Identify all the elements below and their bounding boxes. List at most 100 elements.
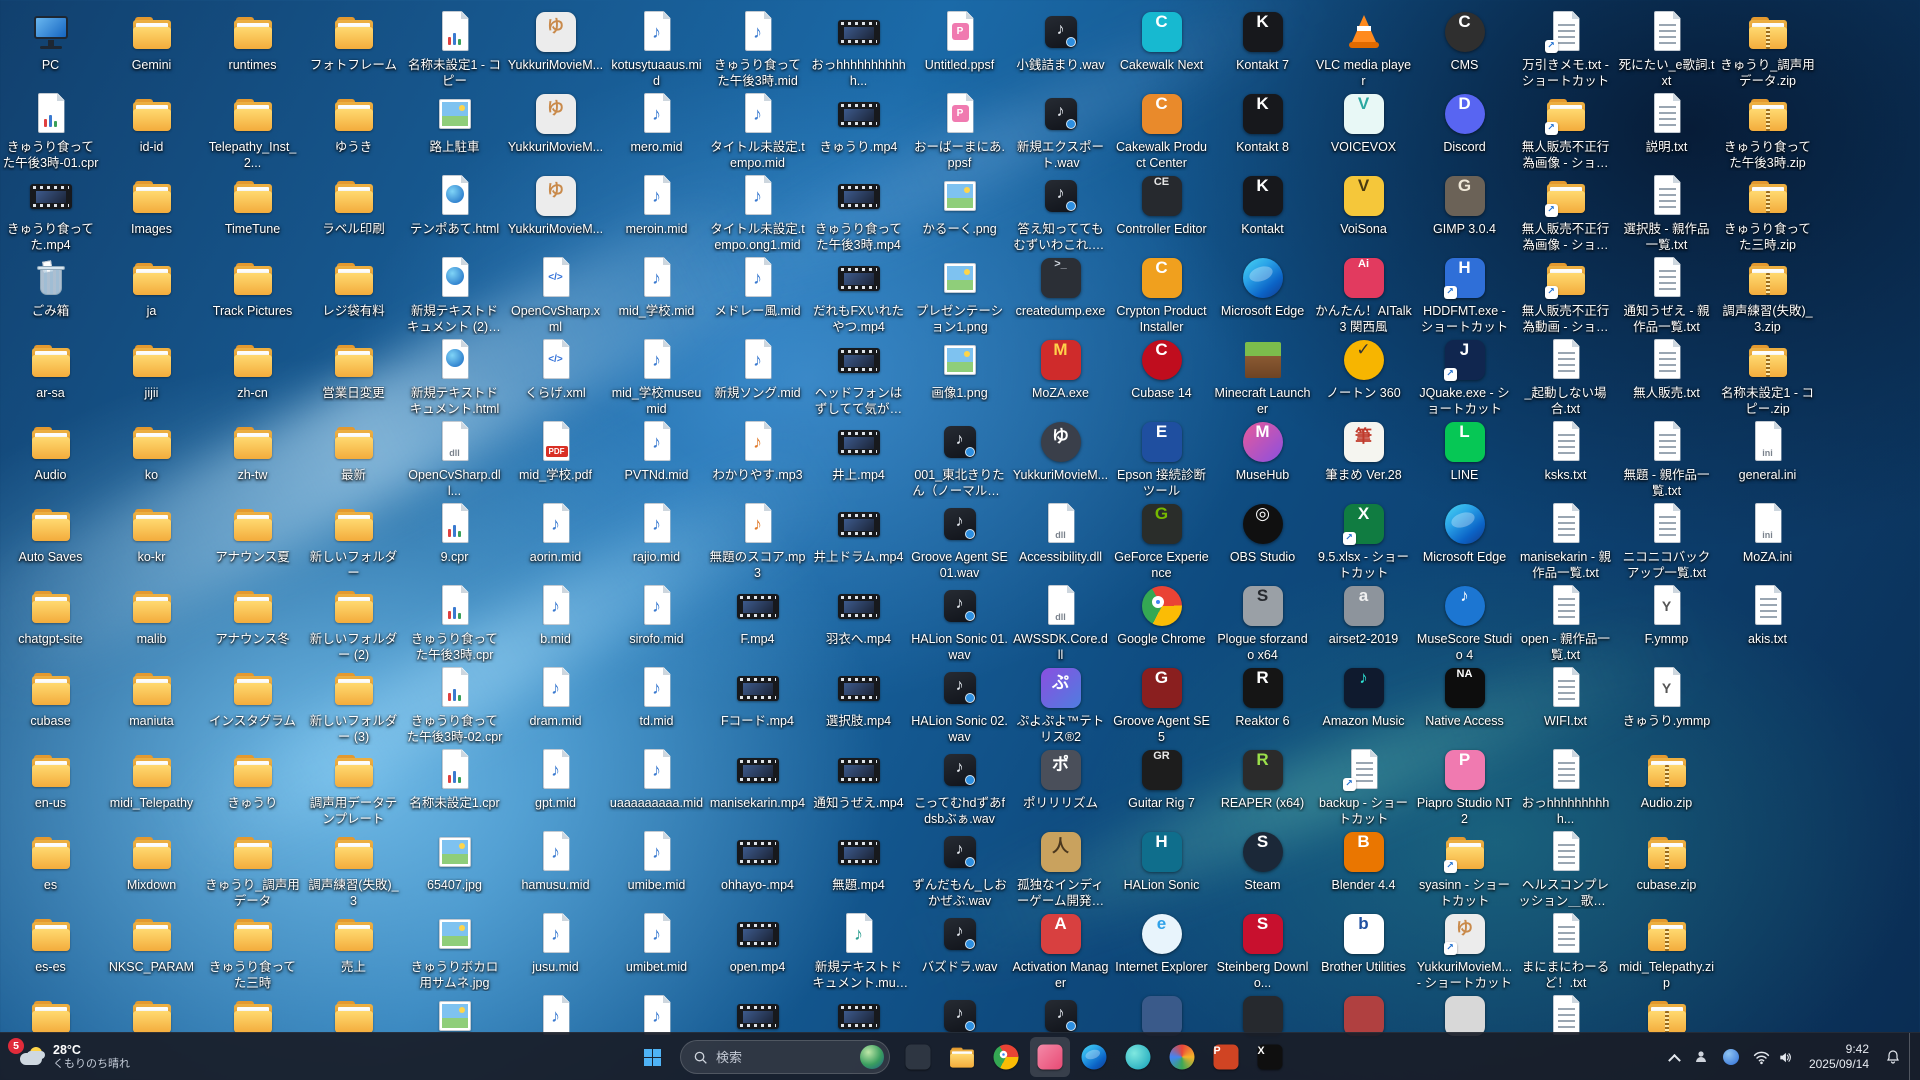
desktop-icon[interactable]: ✓ノートン 360	[1313, 336, 1414, 402]
desktop-icon[interactable]: 説明.txt	[1616, 90, 1717, 156]
desktop-icon[interactable]: CCubase 14	[1111, 336, 1212, 402]
desktop-icon[interactable]: EEpson 接続診断ツール	[1111, 418, 1212, 499]
desktop-icon[interactable]: ↗無人販売不正行為画像 - ショートカッ...	[1515, 90, 1616, 171]
desktop-icon[interactable]: zh-tw	[202, 418, 303, 484]
desktop-icon[interactable]: iniMoZA.ini	[1717, 500, 1818, 566]
desktop-icon[interactable]: きゅうり食ってた三時.zip	[1717, 172, 1818, 253]
desktop-icon[interactable]: ♪sirofo.mid	[606, 582, 707, 648]
desktop-icon[interactable]: VVOICEVOX	[1313, 90, 1414, 156]
desktop-icon[interactable]: かるーく.png	[909, 172, 1010, 238]
desktop-icon[interactable]: GRGuitar Rig 7	[1111, 746, 1212, 812]
tray-status-icon[interactable]	[1717, 1039, 1745, 1075]
desktop-icon[interactable]: ♪答え知っててもむずいわこれ.wav	[1010, 172, 1111, 253]
desktop-icon[interactable]: おっhhhhhhhhhh...	[1515, 746, 1616, 827]
notification-center-button[interactable]	[1879, 1039, 1907, 1075]
desktop-icon[interactable]: 選択肢 - 親作品一覧.txt	[1616, 172, 1717, 253]
desktop-icon[interactable]: ラベル印刷	[303, 172, 404, 238]
desktop-icon[interactable]: ♪kotusytuaaus.mid	[606, 8, 707, 89]
desktop-icon[interactable]: GGeForce Experience	[1111, 500, 1212, 581]
desktop-icon[interactable]: ♪きゅうり食ってた午後3時.mid	[707, 8, 808, 89]
desktop-icon[interactable]: きゅうり食ってた午後3時-01.cpr	[0, 90, 101, 171]
desktop-icon[interactable]: AActivation Manager	[1010, 910, 1111, 991]
desktop-icon[interactable]: Microsoft Edge	[1414, 500, 1515, 566]
desktop-icon[interactable]: Aiかんたん！AITalk 3 関西風	[1313, 254, 1414, 335]
desktop-icon[interactable]: PPiapro Studio NT2	[1414, 746, 1515, 827]
tray-user-icon[interactable]	[1687, 1039, 1715, 1075]
desktop-icon[interactable]: GGIMP 3.0.4	[1414, 172, 1515, 238]
desktop-icon[interactable]: 人孤独なインディーゲーム開発者の一生...	[1010, 828, 1111, 909]
desktop-icon[interactable]: ♪001_東北きりたん（ノーマル）_今しゃ...	[909, 418, 1010, 499]
desktop-icon[interactable]: 井上ドラム.mp4	[808, 500, 909, 566]
desktop-icon[interactable]: _起動しない場合.txt	[1515, 336, 1616, 417]
desktop-icon[interactable]: ♪新規エクスポート.wav	[1010, 90, 1111, 171]
desktop-icon[interactable]: VVoiSona	[1313, 172, 1414, 238]
desktop-icon[interactable]: ヘルスコンプレッション＿歌詞.txt	[1515, 828, 1616, 909]
desktop-icon[interactable]: 無題 - 親作品一覧.txt	[1616, 418, 1717, 499]
desktop-icon[interactable]: ♪新規ソング.mid	[707, 336, 808, 402]
desktop-icon[interactable]: ♪無題のスコア.mp3	[707, 500, 808, 581]
desktop-icon[interactable]: ヘッドフォンはずしてて気がつかんかった.mp4	[808, 336, 909, 417]
desktop-icon[interactable]: ♪hamusu.mid	[505, 828, 606, 894]
desktop-icon[interactable]: だれもFXいれたやつ.mp4	[808, 254, 909, 335]
desktop-icon[interactable]: プレゼンテーション1.png	[909, 254, 1010, 335]
desktop-icon[interactable]: PDFmid_学校.pdf	[505, 418, 606, 484]
desktop-icon[interactable]: NANative Access	[1414, 664, 1515, 730]
desktop-icon[interactable]: 新しいフォルダー (3)	[303, 664, 404, 745]
desktop-icon[interactable]: ♪uaaaaaaaaa.mid	[606, 746, 707, 812]
desktop-icon[interactable]: DDiscord	[1414, 90, 1515, 156]
desktop-icon[interactable]: MMoZA.exe	[1010, 336, 1111, 402]
desktop-icon[interactable]: きゅうり_調声用データ	[202, 828, 303, 909]
desktop-icon[interactable]: 死にたい_e歌詞.txt	[1616, 8, 1717, 89]
taskbar-pinned-edge[interactable]	[1074, 1037, 1114, 1077]
desktop-icon[interactable]: おっhhhhhhhhhhh...	[808, 8, 909, 89]
taskbar-clock[interactable]: 9:42 2025/09/14	[1801, 1042, 1877, 1072]
desktop-icon[interactable]: PUntitled.ppsf	[909, 8, 1010, 74]
desktop-icon[interactable]: ♪b.mid	[505, 582, 606, 648]
desktop-icon[interactable]: ゆYukkuriMovieM...	[505, 172, 606, 238]
tray-overflow-chevron[interactable]	[1664, 1039, 1685, 1075]
desktop-icon[interactable]: ♪新規テキストドキュメント.musicxml	[808, 910, 909, 991]
desktop-icon[interactable]: きゅうりボカロ用サムネ.jpg	[404, 910, 505, 991]
desktop-icon[interactable]: ko-kr	[101, 500, 202, 566]
desktop-icon[interactable]: open.mp4	[707, 910, 808, 976]
desktop-icon[interactable]: jijii	[101, 336, 202, 402]
desktop-icon[interactable]: YF.ymmp	[1616, 582, 1717, 648]
network-volume-button[interactable]	[1747, 1039, 1799, 1075]
desktop-icon[interactable]: manisekarin - 親作品一覧.txt	[1515, 500, 1616, 581]
desktop-icon[interactable]: 筆筆まめ Ver.28	[1313, 418, 1414, 484]
desktop-icon[interactable]: ニコニコバックアップ一覧.txt	[1616, 500, 1717, 581]
desktop-icon[interactable]: ゆYukkuriMovieM...	[505, 8, 606, 74]
desktop-icon[interactable]: Images	[101, 172, 202, 238]
desktop-icon[interactable]: 新規テキストドキュメント.html	[404, 336, 505, 417]
desktop-icon[interactable]: ♪タイトル未設定.tempo.mid	[707, 90, 808, 171]
desktop-icon[interactable]: きゅうり	[202, 746, 303, 812]
desktop-icon[interactable]: KKontakt 7	[1212, 8, 1313, 74]
desktop-icon[interactable]: 選択肢.mp4	[808, 664, 909, 730]
desktop-icon[interactable]: WIFI.txt	[1515, 664, 1616, 730]
desktop-icon[interactable]: ♪td.mid	[606, 664, 707, 730]
search-input[interactable]	[716, 1050, 852, 1065]
desktop-icon[interactable]: Mixdown	[101, 828, 202, 894]
start-button[interactable]	[632, 1037, 672, 1077]
desktop-icon[interactable]: きゅうり食ってた午後3時-02.cpr	[404, 664, 505, 745]
desktop-icon[interactable]: ksks.txt	[1515, 418, 1616, 484]
desktop-icon[interactable]: 9.cpr	[404, 500, 505, 566]
desktop-icon[interactable]: SPlogue sforzando x64	[1212, 582, 1313, 663]
desktop-icon[interactable]: 新規テキストドキュメント (2).html	[404, 254, 505, 335]
desktop-icon[interactable]: 羽衣へ.mp4	[808, 582, 909, 648]
desktop-icon[interactable]: 画像1.png	[909, 336, 1010, 402]
taskbar-pinned-pink-app[interactable]	[1030, 1037, 1070, 1077]
desktop-icon[interactable]: GGroove Agent SE 5	[1111, 664, 1212, 745]
desktop-icon[interactable]: PC	[0, 8, 101, 74]
desktop-icon[interactable]: ♪タイトル未設定.tempo.ong1.mid	[707, 172, 808, 253]
desktop-icon[interactable]: ♪Amazon Music	[1313, 664, 1414, 730]
weather-widget[interactable]: 5 28°C くもりのち晴れ	[4, 1033, 142, 1080]
desktop-icon[interactable]: ♪dram.mid	[505, 664, 606, 730]
desktop-icon[interactable]: アナウンス冬	[202, 582, 303, 648]
desktop-icon[interactable]: dllOpenCvSharp.dll...	[404, 418, 505, 499]
desktop-icon[interactable]: きゅうり食ってた午後3時.zip	[1717, 90, 1818, 171]
desktop-icon[interactable]: 通知うぜえ - 親作品一覧.txt	[1616, 254, 1717, 335]
desktop-icon[interactable]: J↗JQuake.exe - ショートカット	[1414, 336, 1515, 417]
desktop-icon[interactable]: ♪メドレー風.mid	[707, 254, 808, 320]
desktop-icon[interactable]: きゅうり食ってた.mp4	[0, 172, 101, 253]
